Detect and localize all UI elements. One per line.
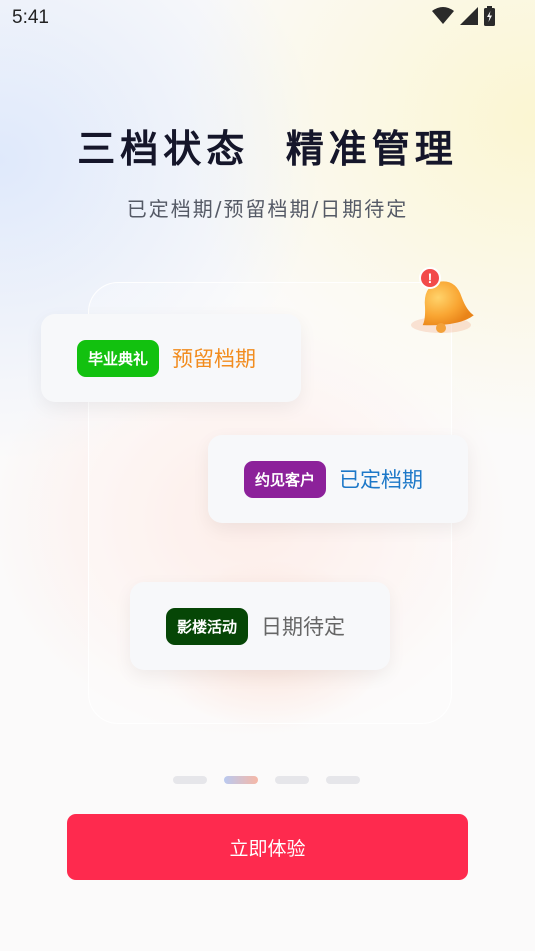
page-dot [173, 776, 207, 784]
status-label: 日期待定 [261, 615, 346, 639]
page-subtitle: 已定档期/预留档期/日期待定 [126, 197, 409, 221]
page-dot-active [224, 776, 258, 784]
signal-icon [460, 7, 478, 25]
battery-charging-icon [484, 6, 495, 26]
bell-icon: ! [411, 267, 474, 333]
status-bar: 5:41 [0, 0, 535, 36]
schedule-card-confirmed: 约见客户 已定档期 [208, 435, 468, 523]
page-title: 三档状态 精准管理 [77, 127, 458, 171]
event-tag: 约见客户 [244, 460, 327, 498]
status-time: 5:41 [12, 7, 49, 28]
page-dot [275, 776, 309, 784]
event-tag: 毕业典礼 [77, 339, 160, 377]
event-tag: 影楼活动 [166, 607, 249, 645]
status-label: 预留档期 [172, 347, 257, 371]
wifi-icon [432, 7, 454, 24]
notification-badge: ! [428, 270, 433, 286]
page-dot [326, 776, 360, 784]
schedule-card-reserved: 毕业典礼 预留档期 [41, 314, 301, 402]
status-label: 已定档期 [339, 468, 424, 492]
schedule-card-pending: 影楼活动 日期待定 [130, 582, 390, 670]
try-now-button[interactable]: 立即体验 [67, 814, 468, 880]
page-indicator [173, 776, 360, 784]
status-icons [432, 6, 495, 26]
